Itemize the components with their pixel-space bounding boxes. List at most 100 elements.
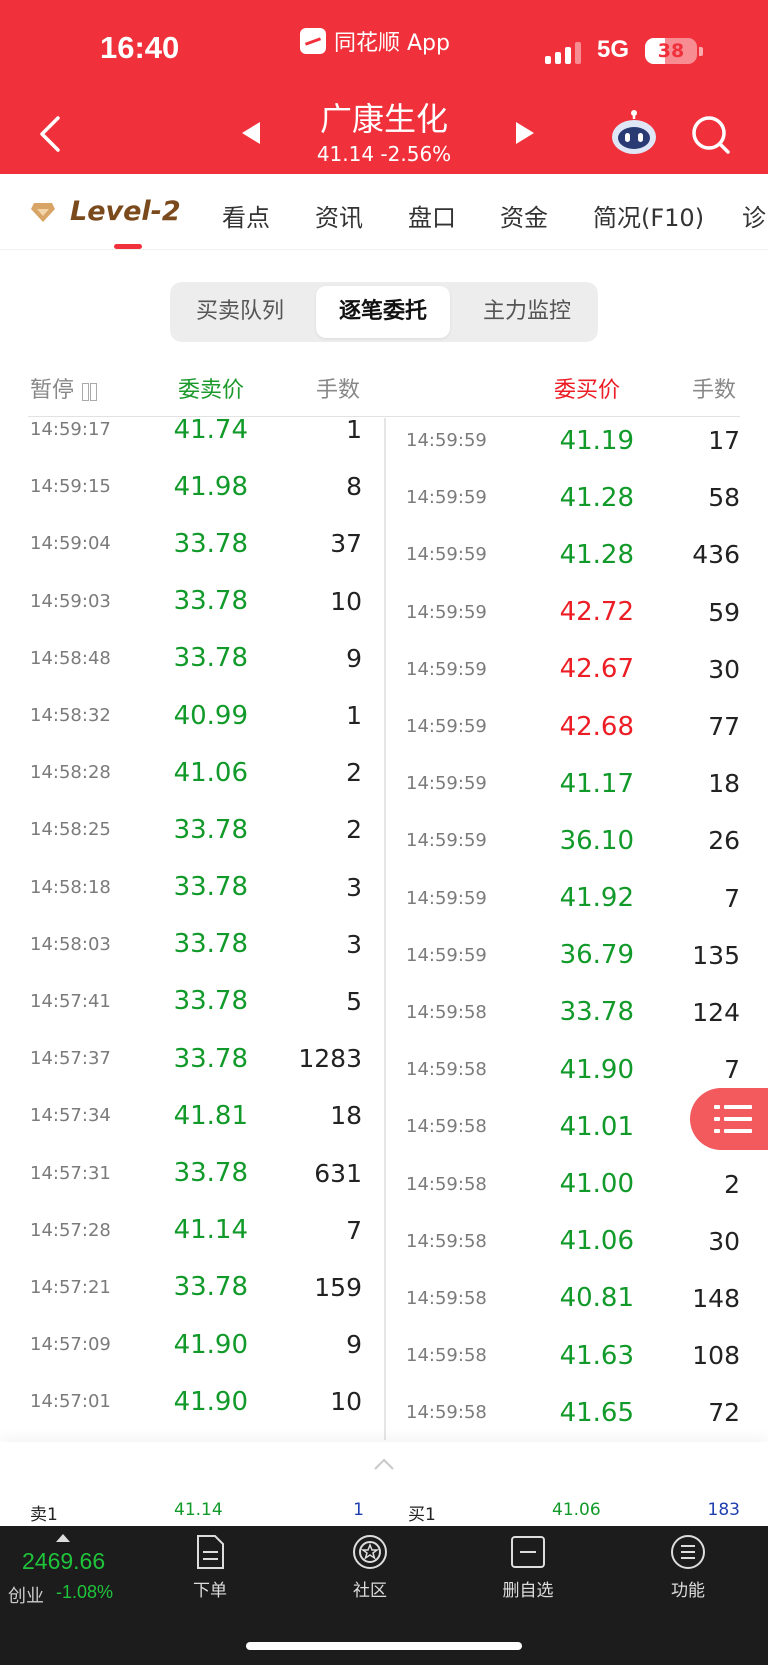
order-quantity: 72 bbox=[708, 1398, 740, 1428]
order-price: 33.78 bbox=[173, 528, 248, 559]
order-quantity: 148 bbox=[692, 1283, 740, 1313]
order-time: 14:58:28 bbox=[30, 762, 111, 784]
order-quantity: 436 bbox=[692, 540, 740, 570]
order-time: 14:59:58 bbox=[406, 1287, 487, 1309]
table-row: 14:59:58 41.65 72 bbox=[386, 1384, 768, 1440]
order-price: 41.06 bbox=[559, 1226, 634, 1257]
table-row: 14:59:58 40.81 148 bbox=[386, 1270, 768, 1327]
status-time: 16:40 bbox=[100, 30, 180, 65]
order-quantity: 26 bbox=[708, 826, 740, 856]
order-quantity: 9 bbox=[346, 1330, 362, 1360]
tab-news[interactable]: 资讯 bbox=[315, 198, 363, 233]
buy-orders-table[interactable]: 14:59:59 41.19 17 14:59:59 41.28 58 14:59:59 41… bbox=[386, 418, 768, 1440]
order-time: 14:59:59 bbox=[406, 887, 487, 909]
sell-orders-table[interactable]: 14:59:17 41.74 1 14:59:15 41.98 8 14:59:04 33.7… bbox=[0, 418, 384, 1440]
table-row: 14:58:03 33.78 3 bbox=[0, 916, 384, 973]
stock-name: 广康生化 bbox=[319, 100, 448, 138]
nav-remove-watchlist-button[interactable]: 删自选 bbox=[478, 1534, 578, 1601]
table-row: 14:59:15 41.98 8 bbox=[0, 458, 384, 515]
table-row: 14:59:59 36.79 135 bbox=[386, 927, 768, 984]
order-quantity: 9 bbox=[346, 643, 362, 673]
bottom-navigation: 2469.66 创业 -1.08% 下单 社区 删自选 功能 bbox=[0, 1526, 768, 1665]
nav-remove-watchlist-label: 删自选 bbox=[502, 1581, 554, 1601]
segment-main-monitor[interactable]: 主力监控 bbox=[460, 286, 594, 338]
assistant-robot-button[interactable] bbox=[610, 110, 658, 156]
order-quantity: 7 bbox=[346, 1215, 362, 1245]
tab-diagnosis[interactable]: 诊 bbox=[742, 198, 766, 233]
segment-queue[interactable]: 买卖队列 bbox=[174, 286, 306, 338]
order-time: 14:59:59 bbox=[406, 944, 487, 966]
table-row: 14:57:34 41.81 18 bbox=[0, 1087, 384, 1144]
tab-f10-profile[interactable]: 简况(F10) bbox=[593, 198, 704, 233]
table-row: 14:59:58 41.06 30 bbox=[386, 1213, 768, 1270]
stock-tabbar: Level-2 看点 资讯 盘口 资金 简况(F10) 诊 bbox=[0, 174, 768, 250]
table-row: 14:59:58 41.00 2 bbox=[386, 1155, 768, 1212]
sell1-qty: 1 bbox=[353, 1500, 364, 1520]
list-menu-icon bbox=[714, 1105, 752, 1133]
order-time: 14:58:18 bbox=[30, 876, 111, 898]
order-quantity: 108 bbox=[692, 1341, 740, 1371]
sell1-label: 卖1 bbox=[30, 1505, 58, 1525]
tab-highlights[interactable]: 看点 bbox=[222, 198, 270, 233]
order-quantity: 18 bbox=[330, 1101, 362, 1131]
table-row: 14:58:18 33.78 3 bbox=[0, 859, 384, 916]
order-quantity: 5 bbox=[346, 986, 362, 1016]
order-price: 41.81 bbox=[173, 1100, 248, 1131]
order-price: 41.17 bbox=[559, 768, 634, 799]
table-row: 14:57:37 33.78 1283 bbox=[0, 1030, 384, 1087]
stock-quote: 41.14 -2.56% bbox=[316, 142, 452, 166]
order-quantity: 37 bbox=[330, 529, 362, 559]
segment-tick-orders[interactable]: 逐笔委托 bbox=[316, 286, 450, 338]
order-price: 41.28 bbox=[559, 539, 634, 570]
order-quantity: 1283 bbox=[298, 1044, 362, 1074]
search-button[interactable] bbox=[690, 114, 732, 156]
order-time: 14:58:03 bbox=[30, 933, 111, 955]
order-price: 36.10 bbox=[559, 825, 634, 856]
function-menu-icon bbox=[671, 1535, 705, 1569]
order-time: 14:59:59 bbox=[406, 716, 487, 738]
order-time: 14:57:09 bbox=[30, 1334, 111, 1356]
back-button[interactable] bbox=[34, 112, 70, 156]
tab-capital[interactable]: 资金 bbox=[500, 198, 548, 233]
order-price: 41.28 bbox=[559, 482, 634, 513]
nav-community-button[interactable]: 社区 bbox=[320, 1534, 420, 1601]
next-stock-button[interactable] bbox=[508, 118, 538, 148]
triangle-right-icon bbox=[516, 122, 534, 144]
tab-order-book[interactable]: 盘口 bbox=[408, 198, 456, 233]
tab-level2[interactable]: Level-2 bbox=[30, 196, 181, 227]
order-price: 41.06 bbox=[173, 757, 248, 788]
order-time: 14:59:59 bbox=[406, 830, 487, 852]
order-price: 41.14 bbox=[173, 1215, 248, 1246]
order-quantity: 1 bbox=[346, 701, 362, 731]
order-quantity: 58 bbox=[708, 483, 740, 513]
network-type: 5G bbox=[597, 36, 630, 63]
nav-order-button[interactable]: 下单 bbox=[160, 1534, 260, 1601]
sell1-price: 41.14 bbox=[174, 1500, 223, 1520]
table-row: 14:59:04 33.78 37 bbox=[0, 515, 384, 572]
table-row: 14:57:31 33.78 631 bbox=[0, 1144, 384, 1201]
order-price: 41.63 bbox=[559, 1340, 634, 1371]
order-view-segmented-control: 买卖队列 逐笔委托 主力监控 bbox=[170, 282, 598, 342]
active-tab-indicator bbox=[114, 244, 142, 249]
order-price: 33.78 bbox=[173, 1272, 248, 1303]
order-time: 14:59:59 bbox=[406, 430, 487, 452]
order-quantity: 77 bbox=[708, 712, 740, 742]
order-time: 14:59:15 bbox=[30, 476, 111, 498]
buy-orders-list: 14:59:59 41.19 17 14:59:59 41.28 58 14:59:59 41… bbox=[386, 418, 768, 1440]
app-header: 16:40 同花顺 App 5G 38 广康生化 41.14 -2.56% bbox=[0, 0, 768, 174]
order-time: 14:57:37 bbox=[30, 1048, 111, 1070]
table-row: 14:59:59 41.28 436 bbox=[386, 526, 768, 583]
table-row: 14:59:58 41.63 108 bbox=[386, 1327, 768, 1384]
chevron-up-icon[interactable] bbox=[372, 1456, 396, 1472]
previous-stock-button[interactable] bbox=[238, 118, 268, 148]
order-time: 14:59:59 bbox=[406, 601, 487, 623]
level1-quote-bar[interactable]: 卖1 41.14 1 买1 41.06 183 bbox=[0, 1442, 768, 1526]
order-price: 33.78 bbox=[173, 643, 248, 674]
nav-function-button[interactable]: 功能 bbox=[638, 1534, 738, 1601]
table-row: 14:59:59 41.92 7 bbox=[386, 870, 768, 927]
order-price: 33.78 bbox=[173, 1158, 248, 1189]
pause-toggle[interactable]: 暂停 bbox=[30, 372, 98, 404]
floating-menu-button[interactable] bbox=[690, 1088, 768, 1150]
order-time: 14:59:59 bbox=[406, 658, 487, 680]
order-price: 41.90 bbox=[559, 1054, 634, 1085]
